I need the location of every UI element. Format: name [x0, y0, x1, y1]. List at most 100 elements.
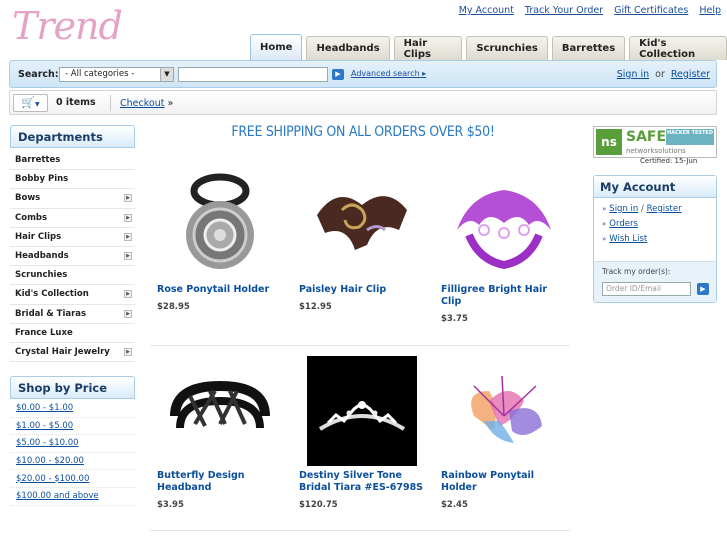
checkout-link[interactable]: Checkout	[120, 98, 164, 109]
rose-ponytail-image	[186, 173, 254, 269]
product-card[interactable]: Filligree Bright Hair Clip $3.75	[441, 170, 569, 324]
site-logo[interactable]: Trend	[12, 4, 123, 48]
tab-hair-clips[interactable]: Hair Clips	[393, 36, 463, 60]
chevron-right-icon: ▶	[124, 252, 132, 261]
product-name[interactable]: Butterfly Design Headband	[157, 470, 285, 494]
cart-dropdown-button[interactable]: 🛒▼	[13, 94, 48, 112]
product-image[interactable]	[307, 356, 417, 466]
top-link-my-account[interactable]: My Account	[459, 5, 514, 16]
chevron-right-icon: ▶	[124, 347, 132, 356]
price-range-link[interactable]: $100.00 and above	[16, 491, 99, 501]
price-list: $0.00 - $1.00 $1.00 - $5.00 $5.00 - $10.00…	[10, 400, 135, 506]
price-range-item: $1.00 - $5.00	[10, 418, 135, 436]
product-image[interactable]	[307, 170, 417, 280]
my-account-links: » Sign in / Register » Orders » Wish List	[594, 198, 716, 244]
product-image[interactable]	[165, 356, 275, 466]
department-label: France Luxe	[15, 327, 73, 338]
signin-link[interactable]: Sign in	[617, 69, 649, 80]
department-item[interactable]: Barrettes	[10, 151, 135, 171]
product-price: $2.45	[441, 500, 468, 510]
my-account-box: My Account » Sign in / Register » Orders »…	[593, 175, 717, 303]
shield-icon: HACKER TESTED	[666, 129, 714, 145]
product-price: $3.75	[441, 314, 468, 324]
chevron-right-icon: ▶	[124, 290, 132, 299]
department-item[interactable]: Bridal & Tiaras ▶	[10, 305, 135, 324]
department-item[interactable]: Bobby Pins	[10, 170, 135, 190]
advanced-search-link[interactable]: Advanced search ▸	[351, 69, 426, 78]
search-go-button[interactable]: ▶	[332, 69, 344, 80]
product-name[interactable]: Rainbow Ponytail Holder	[441, 470, 569, 494]
product-name[interactable]: Paisley Hair Clip	[299, 284, 427, 296]
price-range-item: $5.00 - $10.00	[10, 435, 135, 453]
account-signin-link[interactable]: Sign in	[609, 204, 638, 214]
price-range-item: $100.00 and above	[10, 488, 135, 506]
price-range-item: $10.00 - $20.00	[10, 453, 135, 471]
product-card[interactable]: Paisley Hair Clip $12.95	[299, 170, 427, 312]
product-name[interactable]: Filligree Bright Hair Clip	[441, 284, 569, 308]
product-name[interactable]: Destiny Silver Tone Bridal Tiara #ES-679…	[299, 470, 427, 494]
tab-kids-collection[interactable]: Kid's Collection	[629, 36, 727, 60]
department-item[interactable]: Crystal Hair Jewelry ▶	[10, 343, 135, 363]
price-range-link[interactable]: $1.00 - $5.00	[16, 421, 73, 431]
bullet-icon: »	[602, 220, 607, 228]
product-card[interactable]: Butterfly Design Headband $3.95	[157, 356, 285, 510]
tab-home[interactable]: Home	[250, 34, 303, 60]
tab-scrunchies[interactable]: Scrunchies	[466, 36, 548, 60]
certified-date: Certified: 15-Jun	[640, 157, 698, 165]
price-range-link[interactable]: $5.00 - $10.00	[16, 438, 79, 448]
search-bar: Search: - All categories - ▼ ▶ Advanced …	[9, 60, 717, 88]
account-orders-link[interactable]: Orders	[609, 219, 638, 229]
department-item[interactable]: Scrunchies	[10, 266, 135, 286]
account-register-link[interactable]: Register	[647, 204, 682, 214]
track-order-go-button[interactable]: ▶	[697, 283, 709, 295]
department-label: Bobby Pins	[15, 174, 69, 185]
destiny-tiara-image	[318, 401, 406, 431]
auth-or-text: or	[655, 69, 665, 80]
department-item[interactable]: Headbands ▶	[10, 247, 135, 267]
cart-item-count: 0 items	[56, 97, 96, 108]
product-image[interactable]	[449, 356, 559, 466]
department-label: Barrettes	[15, 155, 61, 166]
advanced-search-label: Advanced search	[351, 69, 420, 78]
product-card[interactable]: Rainbow Ponytail Holder $2.45	[441, 356, 569, 510]
bullet-icon: »	[602, 205, 607, 213]
account-wishlist-row: » Wish List	[602, 234, 708, 244]
track-order-input[interactable]: Order ID/Email	[602, 282, 691, 296]
account-wishlist-link[interactable]: Wish List	[609, 234, 647, 244]
price-range-link[interactable]: $0.00 - $1.00	[16, 403, 73, 413]
chevron-right-icon: ▶	[124, 194, 132, 203]
account-orders-row: » Orders	[602, 219, 708, 229]
product-image[interactable]	[449, 170, 559, 280]
department-item[interactable]: Bows ▶	[10, 189, 135, 209]
price-range-link[interactable]: $10.00 - $20.00	[16, 456, 84, 466]
security-badge[interactable]: ns SAFE HACKER TESTED networksolutions	[593, 126, 717, 158]
department-item[interactable]: Kid's Collection ▶	[10, 285, 135, 305]
department-item[interactable]: Hair Clips ▶	[10, 228, 135, 247]
department-item[interactable]: Combs ▶	[10, 209, 135, 228]
tab-barrettes[interactable]: Barrettes	[551, 36, 626, 60]
top-link-gift-certificates[interactable]: Gift Certificates	[614, 5, 688, 16]
product-price: $28.95	[157, 302, 190, 312]
search-input[interactable]	[178, 67, 328, 82]
chevron-right-icon: ▶	[124, 232, 132, 241]
register-link[interactable]: Register	[671, 69, 710, 80]
price-range-link[interactable]: $20.00 - $100.00	[16, 474, 89, 484]
top-links: My Account Track Your Order Gift Certifi…	[459, 5, 721, 16]
butterfly-headband-image	[170, 380, 270, 429]
price-range-item: $0.00 - $1.00	[10, 400, 135, 418]
auth-links: Sign in or Register	[617, 69, 710, 80]
product-card[interactable]: Rose Ponytail Holder $28.95	[157, 170, 285, 312]
chevron-down-icon: ▼	[160, 68, 173, 81]
cart-divider	[110, 95, 111, 111]
account-signin-row: » Sign in / Register	[602, 204, 708, 214]
free-shipping-banner: FREE SHIPPING ON ALL ORDERS OVER $50!	[231, 124, 495, 140]
product-card[interactable]: Destiny Silver Tone Bridal Tiara #ES-679…	[299, 356, 427, 510]
tab-headbands[interactable]: Headbands	[306, 36, 390, 60]
department-item[interactable]: France Luxe	[10, 324, 135, 343]
paisley-clip-image	[317, 196, 407, 250]
category-select[interactable]: - All categories - ▼	[59, 67, 174, 82]
top-link-help[interactable]: Help	[699, 5, 721, 16]
product-name[interactable]: Rose Ponytail Holder	[157, 284, 285, 296]
top-link-track-order[interactable]: Track Your Order	[525, 5, 603, 16]
product-image[interactable]	[165, 170, 275, 280]
